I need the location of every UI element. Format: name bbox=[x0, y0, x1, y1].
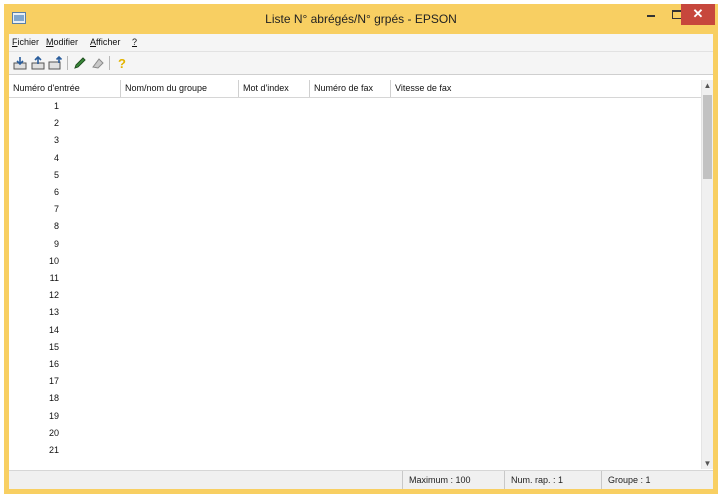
window-title: Liste N° abrégés/N° grpés - EPSON bbox=[265, 12, 457, 26]
export-icon[interactable] bbox=[30, 55, 46, 71]
svg-text:?: ? bbox=[118, 56, 126, 71]
entry-list[interactable]: 1 2 3 4 5 6 7 8 9 10 11 12 13 14 15 16 17 18 19 20 21 bbox=[9, 98, 701, 469]
scroll-thumb[interactable] bbox=[703, 95, 712, 179]
app-window: Liste N° abrégés/N° grpés - EPSON ✕ Fich… bbox=[4, 4, 718, 494]
menu-fichier[interactable]: Fichier bbox=[12, 37, 39, 47]
table-row[interactable]: 13 bbox=[9, 307, 59, 317]
table-row[interactable]: 20 bbox=[9, 428, 59, 438]
menu-modifier[interactable]: Modifier bbox=[46, 37, 78, 47]
column-mot-index[interactable]: Mot d'index bbox=[239, 80, 310, 97]
scroll-down-icon[interactable]: ▼ bbox=[702, 459, 713, 468]
status-bar: Maximum : 100 Num. rap. : 1 Groupe : 1 bbox=[9, 470, 713, 489]
column-numero-fax[interactable]: Numéro de fax bbox=[310, 80, 391, 97]
scroll-up-icon[interactable]: ▲ bbox=[702, 81, 713, 90]
table-row[interactable]: 1 bbox=[9, 101, 59, 111]
minimize-button[interactable] bbox=[638, 4, 664, 25]
table-row[interactable]: 9 bbox=[9, 239, 59, 249]
import-icon[interactable] bbox=[12, 55, 28, 71]
table-row[interactable]: 11 bbox=[9, 273, 59, 283]
column-vitesse-fax[interactable]: Vitesse de fax bbox=[391, 80, 701, 97]
client-area: Fichier Modifier Afficher ? ? Numéro d'e… bbox=[9, 34, 713, 489]
title-bar[interactable]: Liste N° abrégés/N° grpés - EPSON ✕ bbox=[4, 4, 718, 34]
table-row[interactable]: 3 bbox=[9, 135, 59, 145]
table-row[interactable]: 15 bbox=[9, 342, 59, 352]
menu-help[interactable]: ? bbox=[132, 37, 137, 47]
table-row[interactable]: 10 bbox=[9, 256, 59, 266]
edit-pencil-icon[interactable] bbox=[72, 55, 88, 71]
table-row[interactable]: 8 bbox=[9, 221, 59, 231]
table-row[interactable]: 21 bbox=[9, 445, 59, 455]
menu-afficher[interactable]: Afficher bbox=[90, 37, 120, 47]
table-row[interactable]: 14 bbox=[9, 325, 59, 335]
table-header: Numéro d'entrée Nom/nom du groupe Mot d'… bbox=[9, 80, 701, 98]
table-row[interactable]: 2 bbox=[9, 118, 59, 128]
toolbar: ? bbox=[9, 52, 713, 75]
table-row[interactable]: 19 bbox=[9, 411, 59, 421]
close-icon: ✕ bbox=[692, 6, 704, 21]
table-row[interactable]: 18 bbox=[9, 393, 59, 403]
table-row[interactable]: 12 bbox=[9, 290, 59, 300]
table-row[interactable]: 7 bbox=[9, 204, 59, 214]
table-row[interactable]: 17 bbox=[9, 376, 59, 386]
erase-icon[interactable] bbox=[90, 55, 106, 71]
table-row[interactable]: 5 bbox=[9, 170, 59, 180]
table-row[interactable]: 4 bbox=[9, 153, 59, 163]
menu-bar: Fichier Modifier Afficher ? bbox=[9, 34, 713, 52]
vertical-scrollbar[interactable]: ▲ ▼ bbox=[701, 80, 713, 469]
status-num-rap: Num. rap. : 1 bbox=[504, 471, 601, 489]
table-row[interactable]: 6 bbox=[9, 187, 59, 197]
status-groupe: Groupe : 1 bbox=[601, 471, 713, 489]
column-nom-groupe[interactable]: Nom/nom du groupe bbox=[121, 80, 239, 97]
table-row[interactable]: 16 bbox=[9, 359, 59, 369]
toolbar-separator bbox=[109, 56, 110, 70]
help-icon[interactable]: ? bbox=[114, 55, 130, 71]
toolbar-separator bbox=[67, 56, 68, 70]
column-numero-entree[interactable]: Numéro d'entrée bbox=[9, 80, 121, 97]
close-button[interactable]: ✕ bbox=[681, 4, 715, 25]
status-maximum: Maximum : 100 bbox=[402, 471, 504, 489]
export-all-icon[interactable] bbox=[48, 55, 64, 71]
